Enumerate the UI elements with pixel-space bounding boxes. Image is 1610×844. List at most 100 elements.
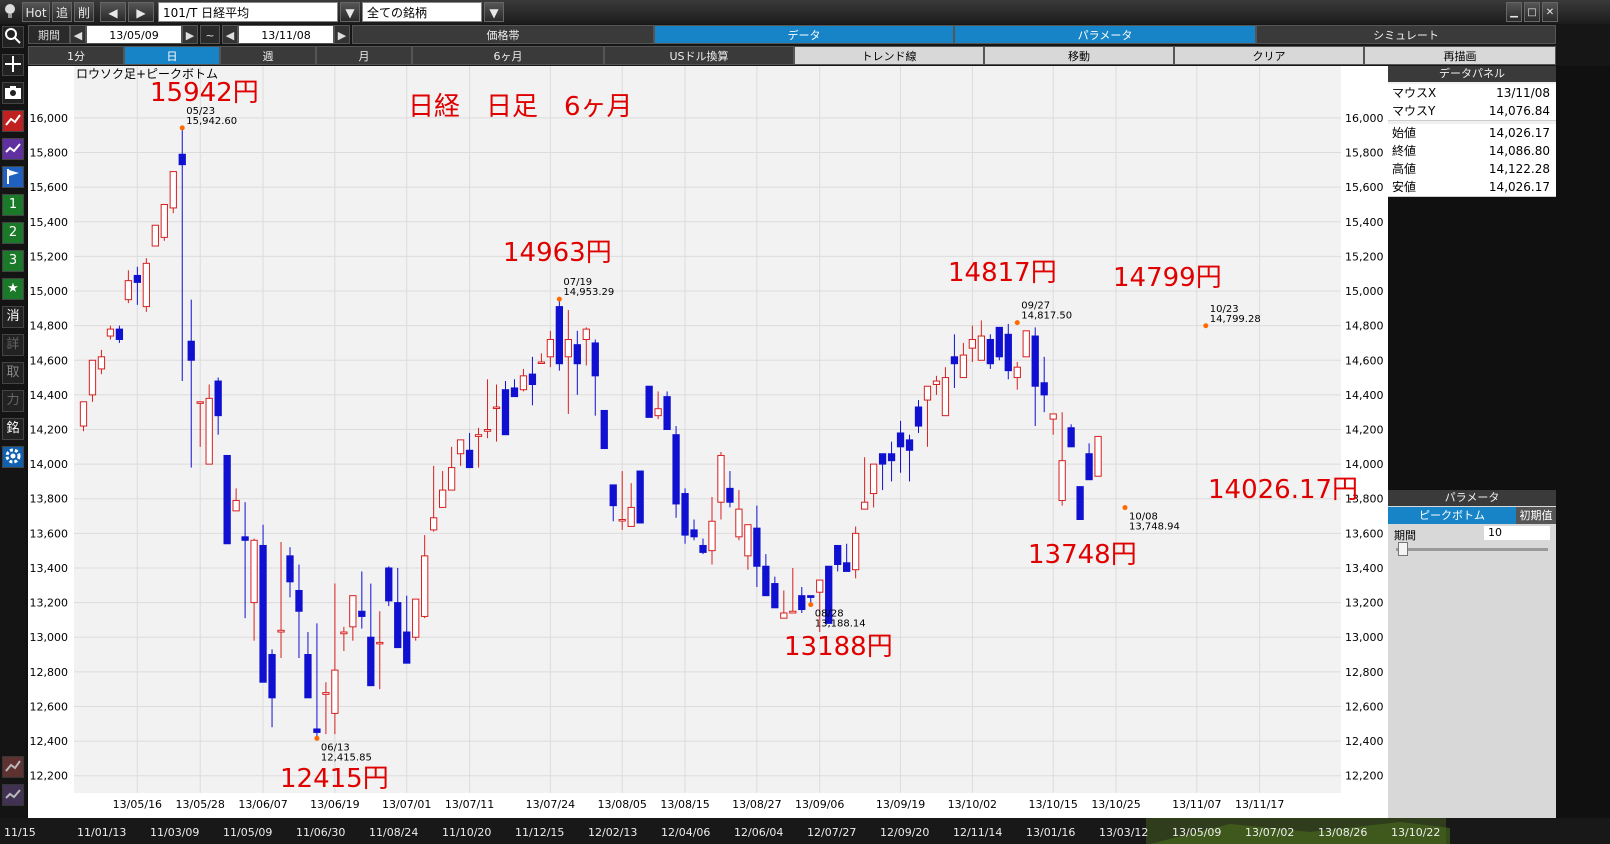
maximize-button[interactable]: □ <box>1524 2 1540 22</box>
candle-down <box>528 373 537 385</box>
y-tick-label-left: 14,200 <box>30 424 69 437</box>
interval-bar: 1分 日 週 月 6ヶ月 USドル換算 トレンド線 移動 クリア 再描画 <box>0 46 1610 66</box>
annotation-14026: 14026.17円 <box>1208 475 1359 505</box>
candle-up <box>717 454 725 503</box>
y-tick-label-left: 15,000 <box>30 285 69 298</box>
clear-button[interactable]: クリア <box>1174 46 1364 65</box>
candle-up <box>340 631 348 635</box>
universe-field[interactable]: 全ての銘柄 <box>362 2 482 22</box>
candlestick-chart[interactable]: 05/2315,942.6006/1312,415.8507/1914,953.… <box>28 66 1388 818</box>
y-tick-label-left: 12,400 <box>30 735 69 748</box>
annotation-14817: 14817円 <box>948 258 1057 288</box>
y-tick-label-right: 13,000 <box>1345 631 1384 644</box>
interval-day[interactable]: 日 <box>124 46 220 65</box>
preset-3-button[interactable]: 3 <box>2 250 24 272</box>
add-button[interactable]: 追 <box>52 2 72 22</box>
chart-red-icon[interactable] <box>2 756 24 778</box>
minimize-button[interactable]: ▁ <box>1506 2 1522 22</box>
period-slider-thumb[interactable] <box>1398 542 1408 556</box>
reset-defaults-button[interactable]: 初期值 <box>1516 507 1556 524</box>
candle-down <box>753 527 761 567</box>
candle-up <box>106 328 115 337</box>
close-button[interactable]: ✕ <box>1542 2 1558 22</box>
candle-down <box>672 434 680 505</box>
star-icon[interactable]: ★ <box>2 278 24 300</box>
symbol-field[interactable]: 101/T 日経平均 <box>158 2 338 22</box>
line-chart-icon[interactable] <box>2 110 24 132</box>
chart-purple-icon[interactable] <box>2 784 24 806</box>
interval-1min[interactable]: 1分 <box>28 46 124 65</box>
tab-simulate[interactable]: シミュレート <box>1256 25 1556 44</box>
start-next-button[interactable]: ▶ <box>182 25 198 44</box>
chart-area[interactable]: 05/23 15,942.60 06/13 12,415.85 07/19 14,953.… <box>28 66 1388 818</box>
period-slider-track[interactable] <box>1396 548 1548 551</box>
range-6month[interactable]: 6ヶ月 <box>412 46 604 65</box>
peak-bottom-marker <box>1014 320 1020 326</box>
peak-bottom-marker <box>314 735 320 741</box>
period-tilde: ~ <box>200 25 220 44</box>
candle-down <box>995 326 1003 358</box>
candle-up <box>1094 435 1102 477</box>
nav-date-label: 11/01/13 <box>77 826 126 839</box>
end-next-button[interactable]: ▶ <box>334 25 350 44</box>
gear-icon[interactable] <box>2 446 24 468</box>
lightbulb-icon[interactable] <box>2 2 18 22</box>
candle-up <box>744 524 752 557</box>
end-prev-button[interactable]: ◀ <box>222 25 238 44</box>
period-param-input[interactable]: 10 <box>1484 526 1550 540</box>
nav-date-label: 11/03/09 <box>150 826 199 839</box>
start-prev-button[interactable]: ◀ <box>70 25 86 44</box>
preset-2-button[interactable]: 2 <box>2 222 24 244</box>
prev-symbol-button[interactable]: ◀ <box>100 2 126 22</box>
interval-week[interactable]: 週 <box>220 46 316 65</box>
usd-convert-button[interactable]: USドル換算 <box>604 46 794 65</box>
bottom-date-navigator[interactable]: 11/15 11/01/13 11/03/09 11/05/09 11/06/30 11/… <box>0 818 1610 844</box>
symbol-dropdown-button[interactable]: ▼ <box>340 2 360 22</box>
x-tick-label: 13/10/02 <box>948 798 997 811</box>
y-tick-label-right: 14,200 <box>1345 424 1384 437</box>
tab-peak-bottom[interactable]: ピークボトム <box>1388 507 1516 524</box>
candle-up <box>1013 366 1021 379</box>
delete-button[interactable]: 削 <box>74 2 94 22</box>
tab-price-band[interactable]: 価格帯 <box>352 25 654 44</box>
candle-down <box>555 306 563 365</box>
data-panel-key: 始値 <box>1392 126 1417 140</box>
next-symbol-button[interactable]: ▶ <box>128 2 154 22</box>
search-icon[interactable] <box>2 26 24 48</box>
hot-button[interactable]: Hot <box>22 2 50 22</box>
indicator-icon[interactable] <box>2 138 24 160</box>
redraw-button[interactable]: 再描画 <box>1364 46 1556 65</box>
camera-icon[interactable] <box>2 82 24 104</box>
input-button[interactable]: 力 <box>2 390 24 412</box>
y-tick-label-left: 15,600 <box>30 181 69 194</box>
interval-month[interactable]: 月 <box>316 46 412 65</box>
candle-up <box>780 612 788 619</box>
flag-icon[interactable] <box>2 166 24 188</box>
candle-up <box>232 499 240 512</box>
candle-down <box>313 728 321 733</box>
move-button[interactable]: 移動 <box>984 46 1174 65</box>
stock-button[interactable]: 銘 <box>2 418 24 440</box>
y-tick-label-right: 16,000 <box>1345 112 1384 125</box>
tab-parameter[interactable]: パラメータ <box>954 25 1256 44</box>
candle-up <box>277 629 285 633</box>
preset-1-button[interactable]: 1 <box>2 194 24 216</box>
tab-data[interactable]: データ <box>654 25 954 44</box>
candle-up <box>331 669 339 714</box>
y-tick-label-left: 14,600 <box>30 354 69 367</box>
erase-button[interactable]: 消 <box>2 306 24 328</box>
nav-date-label: 13/08/26 <box>1318 826 1367 839</box>
y-tick-label-left: 12,200 <box>30 770 69 783</box>
candle-down <box>223 454 231 545</box>
candle-down <box>358 610 366 617</box>
crosshair-icon[interactable] <box>2 54 24 76</box>
detail-button[interactable]: 詳 <box>2 334 24 356</box>
candle-up <box>519 375 528 391</box>
universe-dropdown-button[interactable]: ▼ <box>484 2 504 22</box>
fetch-button[interactable]: 取 <box>2 362 24 384</box>
peak-bottom-marker <box>179 125 185 131</box>
start-date-field[interactable]: 13/05/09 <box>86 25 182 44</box>
trendline-button[interactable]: トレンド線 <box>794 46 984 65</box>
end-date-field[interactable]: 13/11/08 <box>238 25 334 44</box>
y-tick-label-right: 15,200 <box>1345 250 1384 263</box>
